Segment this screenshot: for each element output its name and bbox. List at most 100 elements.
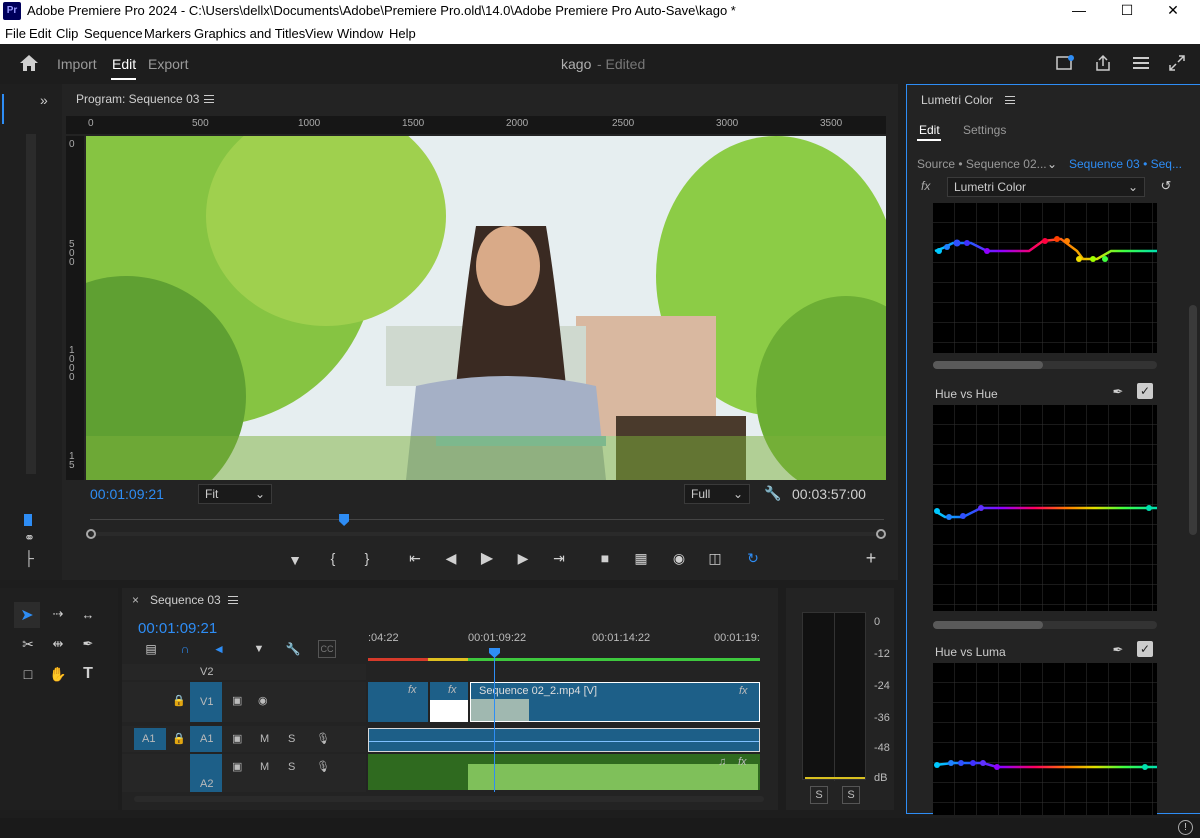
type-tool-icon[interactable]: T [76, 662, 100, 686]
track-select-tool-icon[interactable]: ⇢ [46, 602, 70, 626]
microphone-icon[interactable]: 🎙 [316, 732, 330, 745]
tab-export[interactable]: Export [148, 56, 188, 72]
quality-dropdown[interactable]: Full ⌄ [684, 484, 750, 504]
microphone-icon[interactable]: 🎙 [316, 760, 330, 773]
lock-icon[interactable]: 🔒 [172, 694, 186, 707]
sequence-clip-label[interactable]: Sequence 03 • Seq... [1069, 157, 1182, 171]
menu-edit[interactable]: Edit [29, 26, 51, 41]
sync-lock-icon[interactable]: ▣ [232, 760, 242, 773]
vertical-playhead[interactable] [24, 514, 32, 526]
play-icon[interactable]: ▶ [476, 548, 498, 568]
go-to-out-icon[interactable]: ⇥ [548, 550, 570, 567]
menu-view[interactable]: View [305, 26, 333, 41]
tab-lumetri-settings[interactable]: Settings [963, 123, 1006, 137]
eyedropper-icon[interactable]: ✒ [1109, 641, 1127, 659]
solo-button[interactable]: S [288, 761, 295, 773]
audio-clip-a2[interactable]: ♫ fx [368, 754, 760, 790]
fit-dropdown[interactable]: Fit ⌄ [198, 484, 272, 504]
mark-in-icon[interactable]: { [322, 550, 344, 566]
share-icon[interactable] [1092, 53, 1114, 73]
curve-scrollbar[interactable] [933, 621, 1157, 629]
zoom-handle-right[interactable] [876, 529, 886, 539]
hue-vs-sat-curve[interactable] [933, 203, 1157, 353]
menu-help[interactable]: Help [389, 26, 416, 41]
tab-lumetri-edit[interactable]: Edit [919, 123, 940, 137]
panel-menu-icon[interactable] [204, 95, 214, 103]
captions-icon[interactable]: CC [318, 640, 336, 658]
expand-panels-icon[interactable]: » [40, 92, 48, 108]
wrench-icon[interactable]: 🔧 [284, 640, 302, 658]
timeline-playhead[interactable] [494, 650, 495, 792]
curve-scrollbar[interactable] [933, 361, 1157, 369]
menu-sequence[interactable]: Sequence [84, 26, 143, 41]
eye-icon[interactable]: ◉ [258, 694, 268, 707]
source-clip-label[interactable]: Source • Sequence 02... [917, 157, 1047, 171]
snap-icon[interactable]: ∩ [176, 640, 194, 658]
lock-icon[interactable]: 🔒 [172, 732, 186, 745]
menu-markers[interactable]: Markers [144, 26, 191, 41]
sync-lock-icon[interactable]: ▣ [232, 732, 242, 745]
video-clip[interactable]: fx [430, 682, 468, 722]
menu-file[interactable]: File [5, 26, 26, 41]
chevron-down-icon[interactable]: ⌄ [1047, 157, 1057, 171]
menu-graphics[interactable]: Graphics and Titles [194, 26, 305, 41]
audio-clip-a1[interactable] [368, 728, 760, 752]
solo-left-button[interactable]: S [810, 786, 828, 804]
step-forward-icon[interactable]: ▶ [512, 550, 534, 567]
zoom-scrollbar[interactable] [90, 532, 884, 536]
linked-selection-icon[interactable]: ◄ [210, 640, 228, 658]
video-clip[interactable]: fx [368, 682, 428, 722]
close-sequence-icon[interactable]: × [132, 593, 139, 607]
camera-icon[interactable]: ◉ [668, 550, 690, 567]
menu-window[interactable]: Window [337, 26, 383, 41]
sync-lock-icon[interactable]: ▣ [232, 694, 242, 707]
menu-clip[interactable]: Clip [56, 26, 78, 41]
lift-icon[interactable]: ■ [594, 550, 616, 566]
hue-vs-luma-curve[interactable] [933, 663, 1157, 815]
timeline-scrollbar[interactable] [134, 796, 764, 802]
add-marker-icon[interactable]: ▼ [250, 640, 268, 658]
curve-scroll-thumb[interactable] [933, 361, 1043, 369]
slip-tool-icon[interactable]: ⇹ [46, 632, 70, 656]
playhead-scrubber[interactable] [90, 514, 884, 528]
solo-button[interactable]: S [288, 733, 295, 745]
hue-vs-luma-checkbox[interactable]: ✓ [1137, 641, 1153, 657]
ripple-edit-tool-icon[interactable]: ↔ [76, 602, 100, 626]
minimize-button[interactable]: — [1056, 0, 1102, 22]
timeline-timecode[interactable]: 00:01:09:21 [138, 620, 217, 637]
video-frame[interactable] [86, 136, 886, 480]
quick-export-icon[interactable] [1054, 53, 1076, 73]
mark-out-icon[interactable]: } [356, 550, 378, 566]
vertical-zoom-bar[interactable] [26, 134, 36, 474]
zoom-handle-left[interactable] [86, 529, 96, 539]
video-clip-selected[interactable]: Sequence 02_2.mp4 [V] fx [470, 682, 760, 722]
hue-vs-hue-checkbox[interactable]: ✓ [1137, 383, 1153, 399]
solo-right-button[interactable]: S [842, 786, 860, 804]
panel-scrollbar[interactable] [1189, 305, 1197, 535]
program-timecode[interactable]: 00:01:09:21 [90, 486, 164, 502]
comparison-view-icon[interactable]: ◫ [704, 550, 726, 567]
panel-menu-icon[interactable] [1005, 96, 1015, 104]
pen-tool-icon[interactable]: ✒ [76, 632, 100, 656]
link-icon[interactable]: ⚭ [24, 530, 35, 546]
workspaces-icon[interactable] [1130, 53, 1152, 73]
hue-vs-hue-curve[interactable] [933, 405, 1157, 611]
step-back-icon[interactable]: ◀ [440, 550, 462, 567]
timeline-menu-icon[interactable] [228, 596, 238, 604]
tab-edit[interactable]: Edit [112, 56, 136, 72]
nest-icon[interactable]: ▤ [142, 640, 160, 658]
playhead-marker[interactable] [339, 514, 350, 526]
proxy-toggle-icon[interactable]: ↻ [742, 550, 764, 567]
add-marker-icon[interactable]: ▼ [284, 552, 306, 568]
fullscreen-icon[interactable] [1166, 53, 1188, 73]
rectangle-tool-icon[interactable]: □ [16, 662, 40, 686]
wrench-icon[interactable]: 🔧 [764, 484, 782, 502]
add-button-icon[interactable]: + [860, 548, 882, 569]
close-button[interactable]: ✕ [1150, 0, 1196, 22]
maximize-button[interactable]: ☐ [1104, 0, 1150, 22]
curve-scroll-thumb[interactable] [933, 621, 1043, 629]
go-to-in-icon[interactable]: ⇤ [404, 550, 426, 567]
effect-dropdown[interactable]: Lumetri Color ⌄ [947, 177, 1145, 197]
mute-button[interactable]: M [260, 733, 269, 745]
timeline-playhead-handle[interactable] [489, 648, 500, 658]
